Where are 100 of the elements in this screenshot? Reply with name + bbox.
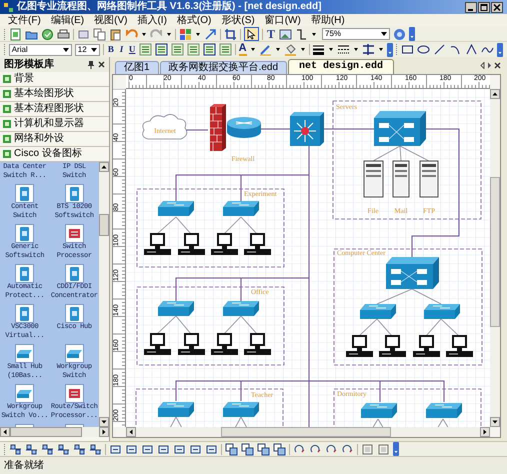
minimize-icon[interactable] — [465, 2, 477, 12]
pen-icon[interactable] — [258, 43, 272, 56]
vertical-scrollbar[interactable] — [490, 89, 500, 427]
distribute-icon[interactable] — [9, 442, 22, 456]
shape-thumbnail[interactable] — [64, 344, 84, 363]
arch-icon[interactable] — [465, 43, 478, 56]
arrow-style-icon[interactable] — [362, 43, 376, 56]
align-icon[interactable] — [202, 43, 216, 56]
shape-thumbnail[interactable] — [15, 384, 34, 403]
font-size-dropdown[interactable]: 12 — [74, 44, 100, 56]
bring-front-icon[interactable] — [225, 442, 238, 456]
menu-item[interactable]: 帮助(H) — [310, 16, 345, 26]
group-icon[interactable] — [109, 442, 122, 456]
scroll-left-icon[interactable] — [126, 427, 136, 437]
copy-icon[interactable] — [93, 28, 106, 40]
line-weight-icon[interactable] — [312, 43, 326, 56]
caret-icon[interactable] — [91, 48, 98, 52]
send-backward-icon[interactable] — [273, 442, 286, 456]
print-icon[interactable] — [57, 28, 70, 40]
scroll-right-icon[interactable] — [99, 427, 109, 437]
format-button[interactable]: I — [118, 45, 126, 54]
overflow-chevron-icon[interactable] — [409, 27, 416, 41]
align-icon[interactable] — [218, 43, 232, 56]
format-button[interactable]: U — [128, 45, 136, 54]
font-color-button[interactable]: A — [238, 43, 247, 56]
close-icon[interactable] — [494, 62, 501, 69]
shape-thumbnail[interactable] — [64, 264, 84, 283]
vertical-scrollbar[interactable] — [99, 162, 109, 427]
pin-icon[interactable] — [88, 60, 94, 68]
align-icon[interactable] — [170, 43, 184, 56]
scroll-up-icon[interactable] — [99, 162, 109, 172]
scroll-thumb[interactable] — [99, 214, 109, 236]
connector-icon[interactable] — [204, 28, 217, 40]
lock-icon[interactable] — [361, 442, 374, 456]
overflow-chevron-icon[interactable] — [387, 42, 394, 56]
menu-item[interactable]: 插入(I) — [137, 16, 167, 26]
shape-thumbnail[interactable] — [15, 344, 34, 363]
menu-item[interactable]: 视图(V) — [94, 16, 128, 26]
shape-thumbnail[interactable] — [15, 184, 34, 203]
text-tool-button[interactable]: T — [266, 28, 276, 40]
paste-icon[interactable] — [109, 28, 122, 40]
send-back-icon[interactable] — [241, 442, 254, 456]
line-dash-icon[interactable] — [337, 43, 350, 56]
overflow-chevron-icon[interactable] — [393, 442, 399, 456]
overflow-chevron-icon[interactable] — [497, 42, 504, 56]
elbow-connector-icon[interactable] — [295, 28, 308, 40]
menu-item[interactable]: 形状(S) — [221, 16, 255, 26]
horizontal-scrollbar[interactable] — [126, 427, 490, 437]
menu-item[interactable]: 文件(F) — [8, 16, 41, 26]
document-tab[interactable]: 亿图1 — [115, 61, 159, 74]
shape-thumbnail[interactable] — [15, 264, 34, 283]
scroll-left-icon[interactable] — [0, 427, 10, 437]
shape-thumbnail[interactable] — [64, 304, 84, 323]
crop-icon[interactable] — [224, 28, 237, 40]
align-icon[interactable] — [186, 43, 200, 56]
scroll-thumb[interactable] — [221, 427, 391, 437]
shape-thumbnail[interactable] — [64, 384, 84, 403]
category-item[interactable]: Cisco 设备图标 — [0, 147, 109, 162]
new-document-icon[interactable] — [9, 28, 22, 40]
shape-thumbnail[interactable] — [15, 304, 34, 323]
save-icon[interactable] — [41, 28, 54, 40]
document-tab[interactable]: 政务网数据交换平台.edd — [160, 61, 288, 74]
close-icon[interactable] — [98, 61, 105, 68]
tab-right-icon[interactable] — [487, 62, 492, 69]
rectangle-icon[interactable] — [401, 43, 414, 56]
scroll-down-icon[interactable] — [99, 417, 109, 427]
font-dropdown[interactable]: Arial — [8, 44, 72, 56]
menu-item[interactable]: 编辑(E) — [50, 16, 84, 26]
category-item[interactable]: 网络和外设 — [0, 132, 109, 147]
fit-icon[interactable] — [125, 442, 138, 456]
scroll-up-icon[interactable] — [490, 89, 500, 99]
line-icon[interactable] — [433, 43, 446, 56]
shape-thumbnail[interactable] — [64, 184, 84, 203]
category-item[interactable]: 背景 — [0, 72, 109, 87]
align-icon[interactable] — [154, 43, 168, 56]
maximize-icon[interactable] — [478, 2, 490, 12]
fill-bucket-icon[interactable] — [284, 43, 297, 56]
category-item[interactable]: 基本绘图形状 — [0, 87, 109, 102]
help-icon[interactable] — [393, 28, 406, 40]
zoom-dropdown[interactable]: 75% — [322, 28, 390, 40]
image-icon[interactable] — [279, 28, 292, 40]
tab-left-icon[interactable] — [480, 62, 485, 69]
bring-forward-icon[interactable] — [257, 442, 270, 456]
category-item[interactable]: 计算机和显示器 — [0, 117, 109, 132]
shape-thumbnail[interactable] — [64, 224, 84, 243]
format-button[interactable]: B — [107, 45, 115, 54]
scroll-thumb[interactable] — [490, 177, 500, 327]
scroll-right-icon[interactable] — [480, 427, 490, 437]
pointer-tool-button[interactable] — [244, 27, 259, 41]
menu-item[interactable]: 窗口(W) — [264, 16, 301, 26]
category-item[interactable]: 基本流程图形状 — [0, 102, 109, 117]
arc-icon[interactable] — [449, 43, 462, 56]
scroll-thumb[interactable] — [10, 427, 82, 437]
horizontal-scrollbar[interactable] — [0, 427, 109, 437]
caret-icon[interactable] — [381, 32, 388, 36]
document-tab[interactable]: net design.edd — [288, 59, 394, 74]
menu-item[interactable]: 格式(O) — [176, 16, 212, 26]
shape-thumbnail[interactable] — [15, 224, 34, 243]
align-icon[interactable] — [138, 43, 152, 56]
caret-icon[interactable] — [62, 48, 69, 52]
